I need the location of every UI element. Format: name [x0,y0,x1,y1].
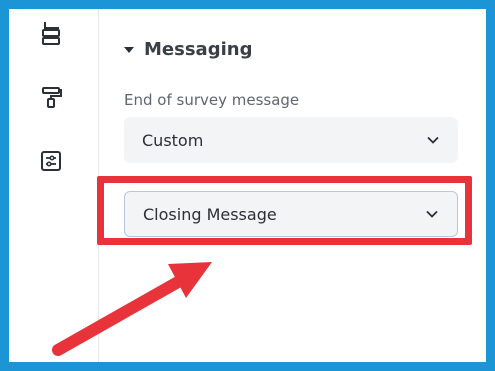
paint-roller-icon[interactable] [39,85,63,109]
flow-icon[interactable] [39,21,63,45]
messaging-section-toggle[interactable]: Messaging [124,39,252,60]
end-of-survey-value: Custom [142,130,204,150]
left-icon-rail [9,9,99,362]
end-of-survey-label: End of survey message [124,91,300,109]
highlight-box [97,176,472,245]
section-title: Messaging [144,39,253,60]
caret-down-icon [124,46,134,53]
end-of-survey-select[interactable]: Custom [124,117,458,163]
chevron-down-icon [427,136,439,144]
settings-sliders-icon[interactable] [39,149,63,173]
